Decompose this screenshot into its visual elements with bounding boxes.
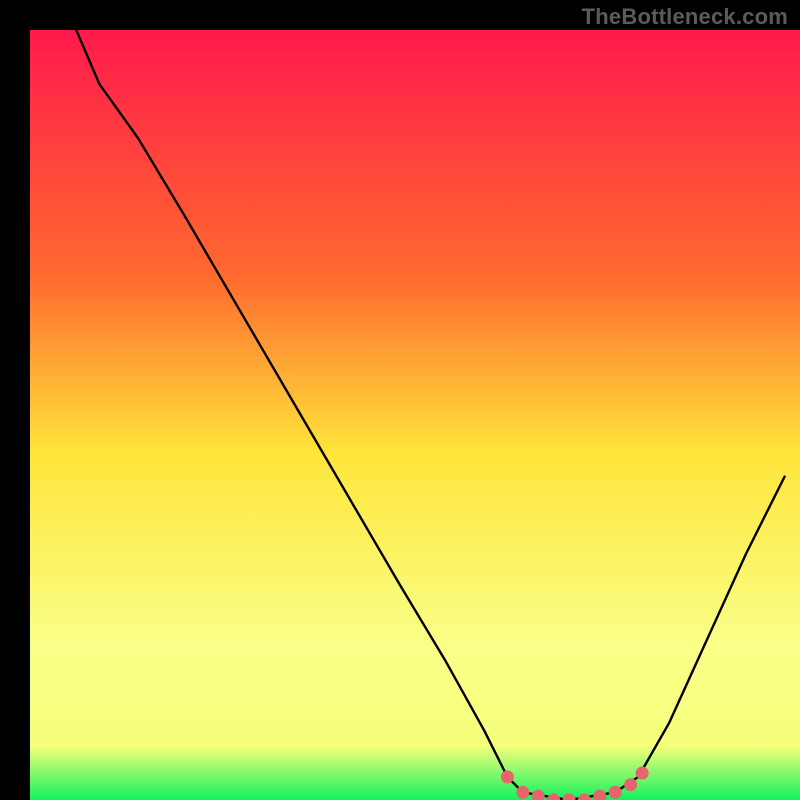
attribution-watermark: TheBottleneck.com bbox=[582, 4, 788, 30]
optimal-marker bbox=[516, 786, 529, 799]
chart-canvas bbox=[0, 0, 800, 800]
optimal-marker bbox=[501, 770, 514, 783]
optimal-marker bbox=[624, 778, 637, 791]
optimal-marker bbox=[609, 786, 622, 799]
bottleneck-chart: TheBottleneck.com bbox=[0, 0, 800, 800]
plot-background bbox=[30, 30, 800, 800]
optimal-marker bbox=[636, 767, 649, 780]
